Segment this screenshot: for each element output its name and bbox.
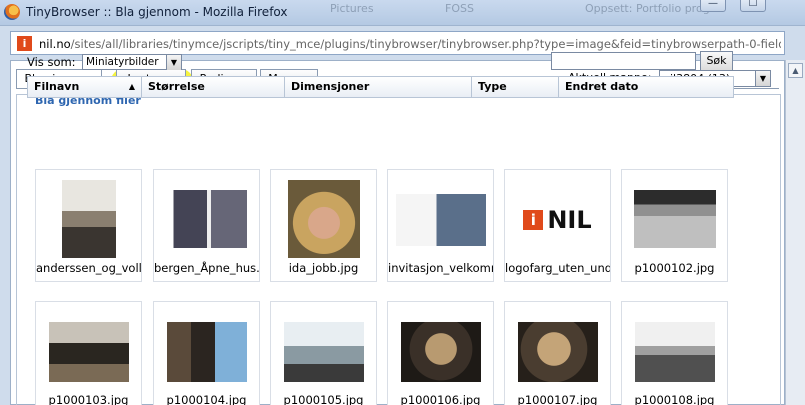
file-name: p1000102.jpg bbox=[634, 261, 715, 275]
file-name: ida_jobb.jpg bbox=[288, 261, 359, 275]
sort-asc-icon: ▲ bbox=[128, 82, 135, 91]
file-thumbnail[interactable]: ida_jobb.jpg bbox=[270, 169, 377, 282]
file-thumbnail[interactable]: p1000106.jpg bbox=[387, 301, 494, 405]
col-filnavn[interactable]: Filnavn ▲ bbox=[28, 77, 142, 97]
file-thumbnail[interactable]: p1000104.jpg bbox=[153, 301, 260, 405]
thumbnail-image bbox=[633, 190, 716, 248]
file-name: p1000108.jpg bbox=[634, 393, 715, 405]
col-type[interactable]: Type bbox=[472, 77, 559, 97]
thumbnail-image bbox=[400, 322, 481, 382]
thumbnail-image bbox=[61, 180, 116, 258]
file-name: anderssen_og_voll.jpg bbox=[36, 261, 141, 275]
col-storrelse[interactable]: Størrelse bbox=[142, 77, 285, 97]
file-thumbnail[interactable]: invitasjon_velkommen.jpg bbox=[387, 169, 494, 282]
background-tab-1[interactable]: Pictures bbox=[330, 2, 374, 20]
chevron-down-icon[interactable]: ▼ bbox=[755, 71, 770, 86]
file-name: p1000107.jpg bbox=[517, 393, 598, 405]
scroll-up-icon[interactable]: ▲ bbox=[788, 63, 803, 78]
file-thumbnail[interactable]: p1000102.jpg bbox=[621, 169, 728, 282]
minimize-button[interactable]: — bbox=[700, 0, 726, 12]
background-tab-3[interactable]: Oppsett: Portfolio prog bbox=[585, 2, 710, 20]
thumbnail-image bbox=[517, 322, 598, 382]
file-name: invitasjon_velkommen.jpg bbox=[388, 261, 493, 275]
file-name: p1000104.jpg bbox=[166, 393, 247, 405]
background-tab-2[interactable]: FOSS bbox=[445, 2, 474, 20]
col-dimensjoner-label: Dimensjoner bbox=[291, 80, 370, 93]
url-text[interactable]: nil.no/sites/all/libraries/tinymce/jscri… bbox=[39, 37, 781, 51]
col-type-label: Type bbox=[478, 80, 507, 93]
thumbnail-image bbox=[166, 190, 247, 248]
view-label: Vis som: bbox=[27, 55, 76, 69]
thumbnail-image bbox=[287, 180, 360, 258]
file-name: logofarg_uten_undertekst.jpg bbox=[505, 261, 610, 275]
file-thumbnail[interactable]: i NIL logofarg_uten_undertekst.jpg bbox=[504, 169, 611, 282]
file-thumbnail[interactable]: p1000108.jpg bbox=[621, 301, 728, 405]
file-thumbnail[interactable]: bergen_Åpne_hus.jpg bbox=[153, 169, 260, 282]
col-dimensjoner[interactable]: Dimensjoner bbox=[285, 77, 472, 97]
file-name: p1000103.jpg bbox=[48, 393, 129, 405]
file-thumbnail[interactable]: p1000105.jpg bbox=[270, 301, 377, 405]
col-storrelse-label: Størrelse bbox=[148, 80, 205, 93]
nil-logo-icon: i bbox=[523, 210, 544, 230]
thumbnail-image bbox=[283, 322, 364, 382]
window-title: TinyBrowser :: Bla gjennom - Mozilla Fir… bbox=[26, 5, 288, 19]
maximize-button[interactable]: ☐ bbox=[740, 0, 766, 12]
file-name: bergen_Åpne_hus.jpg bbox=[154, 261, 259, 275]
site-logo-icon: i bbox=[17, 36, 32, 51]
col-endret-dato[interactable]: Endret dato bbox=[559, 77, 733, 97]
col-endret-dato-label: Endret dato bbox=[565, 80, 639, 93]
url-host: nil.no bbox=[39, 37, 71, 51]
file-thumbnail[interactable]: anderssen_og_voll.jpg bbox=[35, 169, 142, 282]
view-select[interactable]: Miniatyrbilder ▼ bbox=[82, 54, 182, 70]
thumbnail-image bbox=[166, 322, 247, 382]
file-name: p1000105.jpg bbox=[283, 393, 364, 405]
col-filnavn-label: Filnavn bbox=[34, 80, 80, 93]
search-button[interactable]: Søk bbox=[700, 51, 733, 71]
window-scrollbar[interactable]: ▲ bbox=[785, 60, 805, 405]
column-header: Filnavn ▲ Størrelse Dimensjoner Type End… bbox=[27, 76, 734, 98]
thumbnail-image: i NIL bbox=[513, 205, 603, 235]
file-thumbnail[interactable]: p1000107.jpg bbox=[504, 301, 611, 405]
chevron-down-icon[interactable]: ▼ bbox=[166, 55, 181, 70]
view-select-value: Miniatyrbilder bbox=[86, 56, 159, 68]
window-titlebar: TinyBrowser :: Bla gjennom - Mozilla Fir… bbox=[0, 0, 805, 26]
thumbnail-image bbox=[395, 194, 486, 246]
file-thumbnail[interactable]: p1000103.jpg bbox=[35, 301, 142, 405]
thumbnail-image bbox=[48, 322, 129, 382]
file-name: p1000106.jpg bbox=[400, 393, 481, 405]
firefox-icon bbox=[4, 4, 20, 20]
nil-logo-text: NIL bbox=[547, 206, 592, 234]
thumbnail-image bbox=[634, 322, 715, 382]
search-input[interactable] bbox=[551, 52, 696, 70]
url-path: /sites/all/libraries/tinymce/jscripts/ti… bbox=[70, 37, 781, 51]
